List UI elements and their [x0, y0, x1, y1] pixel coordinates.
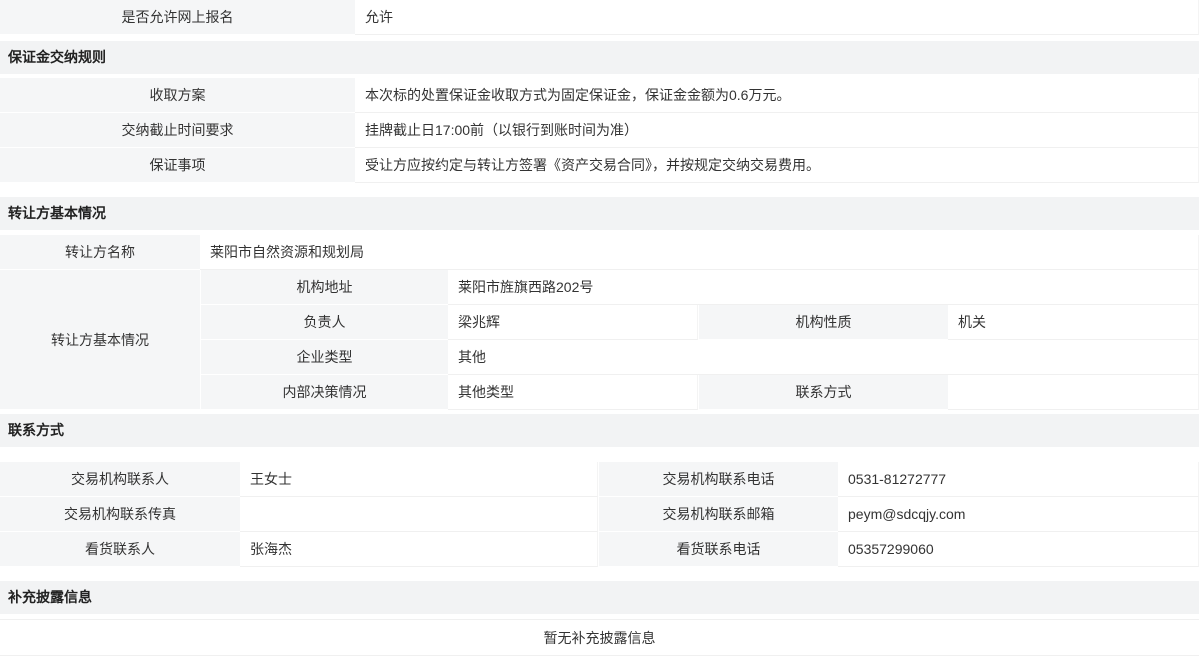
agency-email-label: 交易机构联系邮箱	[598, 497, 838, 532]
section-title-supplementary-disclosure: 补充披露信息	[0, 581, 1199, 614]
supplementary-disclosure-empty-text: 暂无补充披露信息	[544, 628, 656, 648]
deposit-plan-value: 本次标的处置保证金收取方式为固定保证金，保证金金额为0.6万元。	[355, 78, 1199, 113]
agency-fax-value	[240, 497, 598, 532]
online-registration-label: 是否允许网上报名	[0, 0, 355, 35]
table-row: 负责人 梁兆辉 机构性质 机关	[200, 305, 1199, 340]
supplementary-disclosure-empty-row: 暂无补充披露信息	[0, 619, 1199, 656]
table-row: 交易机构联系传真 交易机构联系邮箱 peym@sdcqjy.com	[0, 497, 1199, 532]
transferor-contact-value	[948, 375, 1199, 410]
principal-value: 梁兆辉	[448, 305, 698, 340]
table-row: 转让方名称 莱阳市自然资源和规划局	[0, 235, 1199, 270]
org-nature-value: 机关	[948, 305, 1199, 340]
inspection-contact-phone-label: 看货联系电话	[598, 532, 838, 567]
agency-contact-person-label: 交易机构联系人	[0, 462, 240, 497]
agency-fax-label: 交易机构联系传真	[0, 497, 240, 532]
org-address-label: 机构地址	[200, 270, 448, 305]
agency-contact-phone-label: 交易机构联系电话	[598, 462, 838, 497]
org-address-value: 莱阳市旌旗西路202号	[448, 270, 1199, 305]
agency-contact-person-value: 王女士	[240, 462, 598, 497]
table-row: 机构地址 莱阳市旌旗西路202号	[200, 270, 1199, 305]
enterprise-type-value: 其他	[448, 340, 1199, 375]
table-row: 保证事项 受让方应按约定与转让方签署《资产交易合同》，并按规定交纳交易费用。	[0, 148, 1199, 183]
transferor-detail-rows: 机构地址 莱阳市旌旗西路202号 负责人 梁兆辉 机构性质 机关 企业类型 其他…	[200, 270, 1199, 410]
inspection-contact-person-label: 看货联系人	[0, 532, 240, 567]
table-row: 交易机构联系人 王女士 交易机构联系电话 0531-81272777	[0, 462, 1199, 497]
agency-contact-phone-value: 0531-81272777	[838, 462, 1199, 497]
internal-decision-value: 其他类型	[448, 375, 698, 410]
inspection-contact-person-value: 张海杰	[240, 532, 598, 567]
deposit-deadline-label: 交纳截止时间要求	[0, 113, 355, 148]
principal-label: 负责人	[200, 305, 448, 340]
online-registration-value: 允许	[355, 0, 1199, 35]
guarantee-items-label: 保证事项	[0, 148, 355, 183]
transferor-name-label: 转让方名称	[0, 235, 200, 270]
table-row: 内部决策情况 其他类型 联系方式	[200, 375, 1199, 410]
deposit-deadline-value: 挂牌截止日17:00前（以银行到账时间为准）	[355, 113, 1199, 148]
disclosure-page: 是否允许网上报名 允许 保证金交纳规则 收取方案 本次标的处置保证金收取方式为固…	[0, 0, 1199, 656]
table-row: 是否允许网上报名 允许	[0, 0, 1199, 35]
enterprise-type-label: 企业类型	[200, 340, 448, 375]
table-row: 交纳截止时间要求 挂牌截止日17:00前（以银行到账时间为准）	[0, 113, 1199, 148]
inspection-contact-phone-value: 05357299060	[838, 532, 1199, 567]
transferor-detail-group: 转让方基本情况 机构地址 莱阳市旌旗西路202号 负责人 梁兆辉 机构性质 机关…	[0, 270, 1199, 410]
agency-email-value: peym@sdcqjy.com	[838, 497, 1199, 532]
transferor-name-value: 莱阳市自然资源和规划局	[200, 235, 1199, 270]
org-nature-label: 机构性质	[698, 305, 948, 340]
section-title-transferor-info: 转让方基本情况	[0, 197, 1199, 230]
online-registration-table: 是否允许网上报名 允许	[0, 0, 1199, 35]
internal-decision-label: 内部决策情况	[200, 375, 448, 410]
table-row: 企业类型 其他	[200, 340, 1199, 375]
transferor-group-label: 转让方基本情况	[0, 270, 200, 410]
deposit-plan-label: 收取方案	[0, 78, 355, 113]
contact-info-table: 交易机构联系人 王女士 交易机构联系电话 0531-81272777 交易机构联…	[0, 462, 1199, 567]
section-title-deposit-rules: 保证金交纳规则	[0, 41, 1199, 74]
section-title-contact-info: 联系方式	[0, 414, 1199, 447]
transferor-contact-label: 联系方式	[698, 375, 948, 410]
guarantee-items-value: 受让方应按约定与转让方签署《资产交易合同》，并按规定交纳交易费用。	[355, 148, 1199, 183]
table-row: 看货联系人 张海杰 看货联系电话 05357299060	[0, 532, 1199, 567]
transferor-info-table: 转让方名称 莱阳市自然资源和规划局 转让方基本情况 机构地址 莱阳市旌旗西路20…	[0, 235, 1199, 410]
deposit-rules-table: 收取方案 本次标的处置保证金收取方式为固定保证金，保证金金额为0.6万元。 交纳…	[0, 78, 1199, 183]
table-row: 收取方案 本次标的处置保证金收取方式为固定保证金，保证金金额为0.6万元。	[0, 78, 1199, 113]
